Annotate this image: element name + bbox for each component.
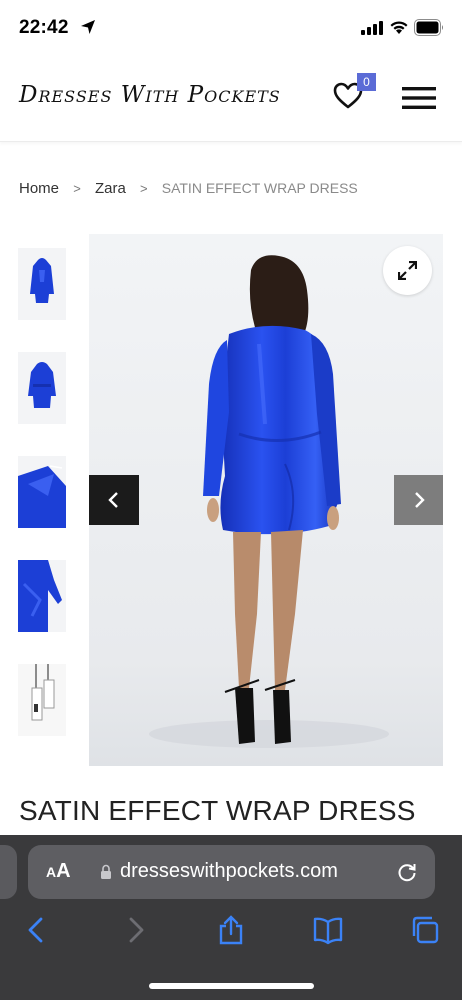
breadcrumb-brand[interactable]: Zara xyxy=(95,180,126,197)
previous-image-button[interactable] xyxy=(89,475,139,525)
location-arrow-icon xyxy=(81,20,95,34)
chevron-right-icon xyxy=(415,492,425,508)
bookmarks-icon[interactable] xyxy=(313,915,343,945)
expand-icon xyxy=(398,261,417,280)
product-title: SATIN EFFECT WRAP DRESS xyxy=(19,795,416,826)
thumbnail-1[interactable] xyxy=(18,248,66,320)
reader-aa-button[interactable]: AA xyxy=(46,860,71,883)
previous-tab-peek[interactable] xyxy=(0,845,17,899)
status-bar: 22:42 xyxy=(0,0,462,56)
breadcrumb-home[interactable]: Home xyxy=(19,180,59,197)
wishlist-count-badge: 0 xyxy=(357,73,376,91)
thumbnail-3[interactable] xyxy=(18,456,66,528)
thumbnail-2[interactable] xyxy=(18,352,66,424)
share-icon[interactable] xyxy=(216,915,246,945)
reload-icon[interactable] xyxy=(396,861,418,883)
chevron-left-icon xyxy=(108,492,118,508)
next-image-button[interactable] xyxy=(394,475,443,525)
tabs-icon[interactable] xyxy=(410,915,440,945)
breadcrumb-current: SATIN EFFECT WRAP DRESS xyxy=(161,180,358,196)
breadcrumb: Home > Zara > SATIN EFFECT WRAP DRESS xyxy=(19,180,358,197)
url-text[interactable]: dresseswithpockets.com xyxy=(120,860,338,883)
signal-icon xyxy=(361,21,383,35)
address-bar[interactable]: AA dresseswithpockets.com xyxy=(28,845,435,899)
aa-big-letter: A xyxy=(56,860,71,882)
status-time: 22:42 xyxy=(19,17,69,38)
back-icon[interactable] xyxy=(22,915,52,945)
site-logo[interactable]: Dresses With Pockets xyxy=(19,82,281,108)
browser-toolbar: AA dresseswithpockets.com xyxy=(0,835,462,1000)
hamburger-menu-icon[interactable] xyxy=(402,86,436,110)
lock-icon xyxy=(101,864,111,879)
breadcrumb-separator: > xyxy=(73,181,81,196)
battery-icon xyxy=(414,19,443,36)
aa-small-letter: A xyxy=(46,864,57,880)
breadcrumb-separator: > xyxy=(139,181,148,196)
home-indicator xyxy=(149,983,314,989)
site-header: Dresses With Pockets 0 xyxy=(0,56,462,142)
expand-image-button[interactable] xyxy=(383,246,432,295)
thumbnail-5[interactable] xyxy=(18,664,66,736)
wifi-icon xyxy=(390,21,408,34)
product-main-image[interactable] xyxy=(89,234,443,766)
forward-icon[interactable] xyxy=(120,915,150,945)
product-photo xyxy=(89,234,443,766)
thumbnail-4[interactable] xyxy=(18,560,66,632)
